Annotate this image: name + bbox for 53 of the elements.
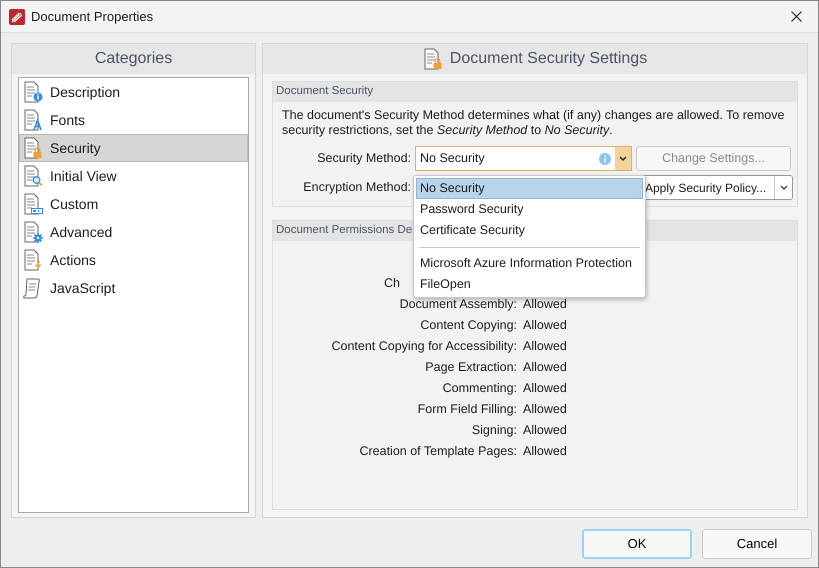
category-item[interactable]: Security [19,134,248,162]
field-label: Security Method: [316,150,412,168]
security-method-dropdown[interactable]: No Security [415,146,632,171]
document-icon [23,80,44,104]
permission-value: Allowed [523,380,567,398]
window-title: Document Properties [31,8,154,26]
category-item[interactable]: Fonts [19,106,248,134]
panel-header: Categories [12,44,255,74]
document-icon [23,192,44,216]
document-icon [23,108,44,132]
menu-item[interactable]: No Security [416,178,643,199]
permission-value: Allowed [523,443,567,460]
menu-item[interactable]: Certificate Security [416,220,643,241]
close-icon [790,11,802,22]
permission-label: Document Assembly: [400,297,517,312]
permission-label: Signing: [472,423,517,438]
field-label: Encryption Method: [302,179,412,196]
permission-label: Page Extraction: [425,360,517,374]
category-item[interactable]: Actions [19,246,248,274]
document-icon [23,248,44,272]
permission-label: Form Field Filling: [418,402,517,416]
description-text: The document's Security Method determines what (if any) changes are allowed. To remove security restrictions, set the Security Method to No Security. [281,107,786,138]
panel-title: Document Security Settings [450,49,648,69]
category-item[interactable]: Initial View [19,162,248,190]
caret-icon [619,156,627,161]
menu-item[interactable]: FileOpen [416,274,643,295]
permission-value: Allowed [523,401,567,418]
document-icon [23,220,44,244]
category-item[interactable]: Description [19,78,248,106]
permission-value: Allowed [523,422,567,440]
document-icon [23,136,44,160]
dialog-button[interactable]: Cancel [702,528,812,558]
caret-icon [780,185,788,190]
permission-value: Allowed [523,359,567,376]
category-item[interactable]: Advanced [19,218,248,246]
document-lock-icon [422,48,444,70]
permission-value: Allowed [523,296,567,314]
permission-label: Content Copying for Accessibility: [331,339,517,354]
dialog-button[interactable]: OK [582,528,692,558]
permission-label: Creation of Template Pages: [359,444,517,458]
group-header: Document Security [273,82,797,102]
info-icon [599,153,611,165]
permission-value: Allowed [523,317,567,334]
menu-item[interactable]: Password Security [416,199,643,220]
permission-label: Ch [384,276,400,290]
category-item[interactable]: JavaScript [19,274,248,302]
category-item[interactable]: Custom [19,190,248,218]
permission-value: Allowed [523,338,567,356]
app-logo-icon [9,8,25,24]
permission-label: Commenting: [442,381,517,396]
document-icon [23,164,44,188]
menu-item[interactable]: Microsoft Azure Information Protection [416,253,643,274]
permission-label: Content Copying: [420,318,517,332]
